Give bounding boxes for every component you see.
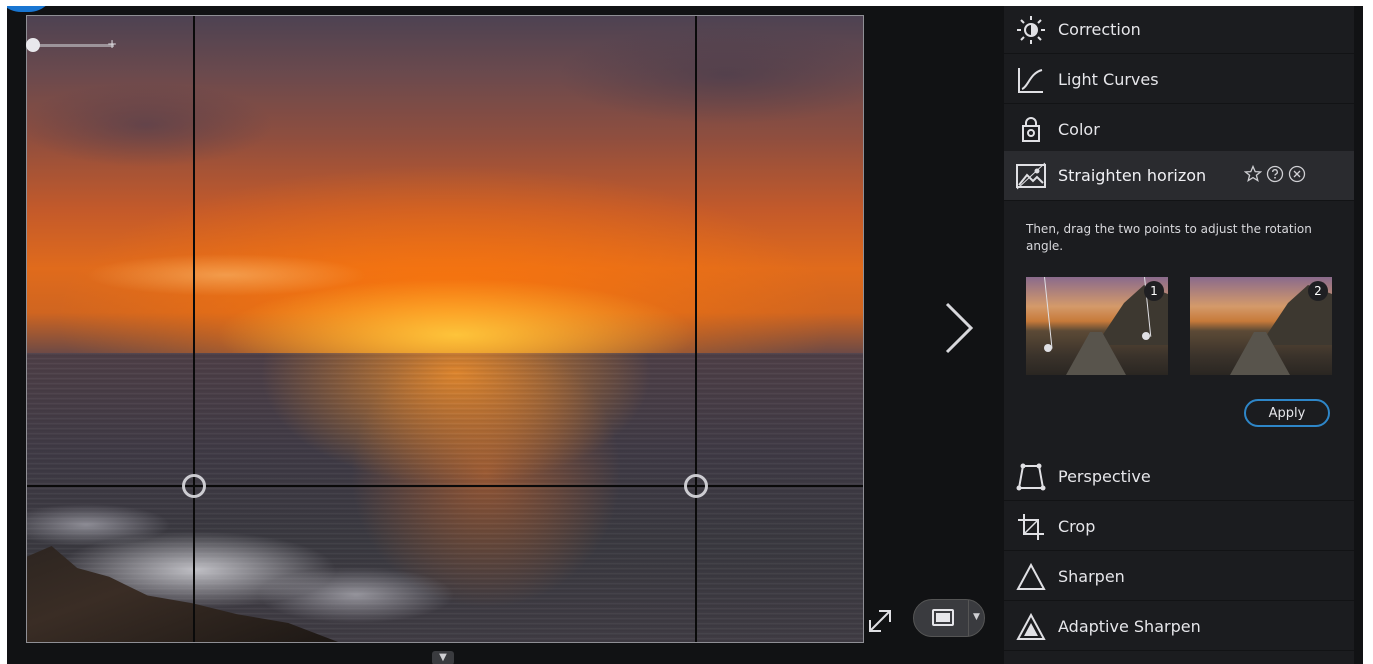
expand-arrows-icon[interactable] bbox=[865, 606, 895, 640]
thumb-point bbox=[1044, 344, 1052, 352]
horizon-point-handle-1[interactable] bbox=[182, 474, 206, 498]
grid-line-vertical-right bbox=[695, 15, 697, 643]
grid-line-vertical-left bbox=[193, 15, 195, 643]
zoom-plus-icon[interactable]: + bbox=[107, 37, 117, 51]
tool-label-adaptive-sharpen: Adaptive Sharpen bbox=[1058, 617, 1201, 636]
tool-label-sharpen: Sharpen bbox=[1058, 567, 1125, 586]
crop-icon bbox=[1014, 510, 1048, 544]
photo-canvas[interactable] bbox=[26, 15, 864, 643]
thumb-step-badge: 1 bbox=[1144, 281, 1164, 301]
tool-item-light-curves[interactable]: Light Curves bbox=[1004, 56, 1354, 104]
thumb-point bbox=[1142, 332, 1150, 340]
example-thumbnail-2: 2 bbox=[1190, 277, 1332, 375]
star-icon[interactable] bbox=[1243, 164, 1263, 187]
triangle-outline-icon bbox=[1014, 560, 1048, 594]
horizon-image-icon bbox=[1014, 159, 1048, 193]
tool-item-sharpen[interactable]: Sharpen bbox=[1004, 553, 1354, 601]
color-bag-icon bbox=[1014, 113, 1048, 147]
perspective-icon bbox=[1014, 460, 1048, 494]
tool-label-light-curves: Light Curves bbox=[1058, 70, 1159, 89]
sun-brightness-icon bbox=[1014, 13, 1048, 47]
window-edge bbox=[1354, 6, 1363, 664]
tool-label-perspective: Perspective bbox=[1058, 467, 1151, 486]
caret-down-icon[interactable]: ▼ bbox=[973, 612, 980, 622]
instruction-text: Then, drag the two points to adjust the … bbox=[1026, 222, 1312, 253]
tool-item-correction[interactable]: Correction bbox=[1004, 6, 1354, 54]
tool-item-perspective[interactable]: Perspective bbox=[1004, 453, 1354, 501]
tool-item-color[interactable]: Color bbox=[1004, 106, 1354, 154]
horizon-point-handle-2[interactable] bbox=[684, 474, 708, 498]
tool-label-straighten-horizon: Straighten horizon bbox=[1058, 166, 1207, 185]
chevron-down-icon[interactable]: ▼ bbox=[432, 651, 454, 664]
zoom-slider-track[interactable] bbox=[32, 44, 114, 47]
help-icon[interactable] bbox=[1266, 165, 1284, 187]
thumb-step-badge: 2 bbox=[1308, 281, 1328, 301]
zoom-slider-knob[interactable] bbox=[26, 38, 40, 52]
tool-item-adaptive-sharpen[interactable]: Adaptive Sharpen bbox=[1004, 603, 1354, 651]
horizon-guide-line bbox=[26, 485, 864, 487]
tool-label-color: Color bbox=[1058, 120, 1100, 139]
apply-button[interactable]: Apply bbox=[1244, 399, 1330, 427]
tools-panel: Correction Light Curves Color Straighten… bbox=[1004, 6, 1354, 664]
view-mode-toggle[interactable]: ▼ bbox=[913, 599, 985, 637]
view-toggle-divider bbox=[968, 600, 969, 636]
tool-item-crop[interactable]: Crop bbox=[1004, 503, 1354, 551]
chevron-right-icon[interactable] bbox=[937, 298, 977, 362]
straighten-horizon-options: Then, drag the two points to adjust the … bbox=[1004, 201, 1354, 447]
photo-sky bbox=[26, 15, 864, 353]
window-frame: + ▼ ▼ Correction Light Curves Color Stra… bbox=[0, 0, 1373, 664]
item-action-group bbox=[1243, 164, 1306, 187]
example-thumbnail-1: 1 bbox=[1026, 277, 1168, 375]
tool-label-correction: Correction bbox=[1058, 20, 1141, 39]
close-circle-icon[interactable] bbox=[1288, 165, 1306, 187]
single-view-icon bbox=[932, 609, 954, 626]
app-logo-badge bbox=[7, 6, 55, 12]
thumb-guide-line bbox=[1044, 277, 1053, 349]
app-window: + ▼ ▼ Correction Light Curves Color Stra… bbox=[7, 6, 1363, 664]
tool-label-crop: Crop bbox=[1058, 517, 1096, 536]
tool-item-straighten-horizon[interactable]: Straighten horizon bbox=[1004, 151, 1354, 201]
triangle-filled-icon bbox=[1014, 610, 1048, 644]
curve-icon bbox=[1014, 63, 1048, 97]
